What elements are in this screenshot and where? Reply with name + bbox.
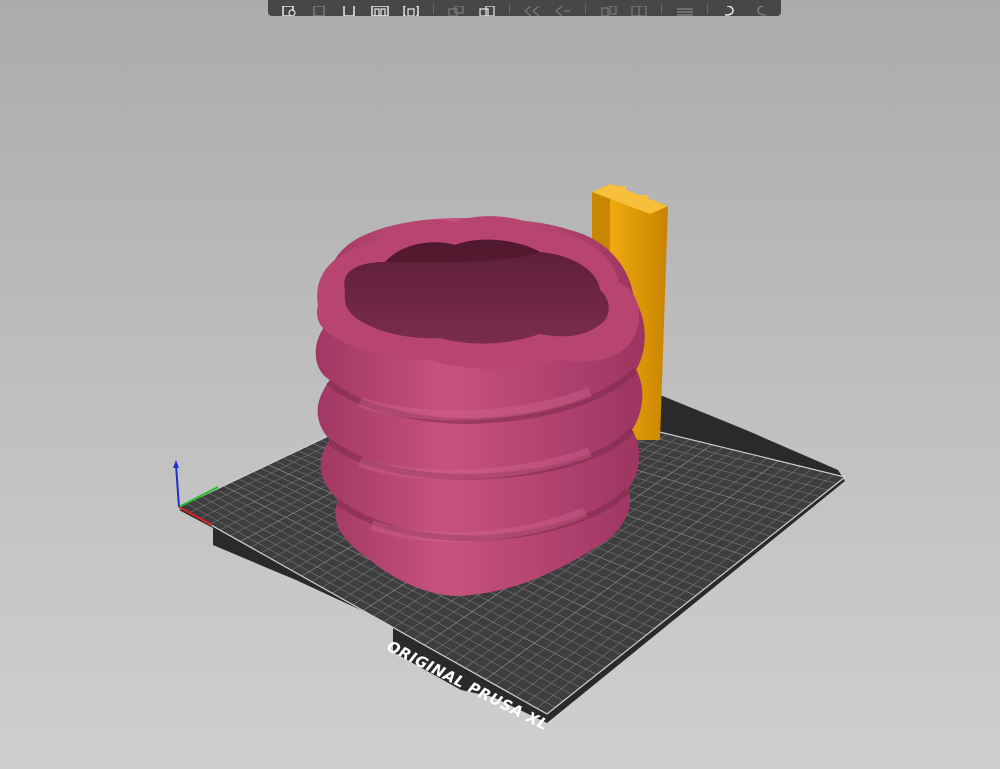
axis-z-arrow bbox=[173, 460, 179, 468]
scene-canvas[interactable] bbox=[0, 0, 1000, 769]
cup[interactable] bbox=[315, 216, 645, 596]
3d-viewport[interactable]: ORIGINAL PRUSA XL bbox=[0, 0, 1000, 769]
wipe-tower-notch bbox=[640, 195, 648, 201]
axis-z bbox=[175, 464, 180, 508]
wipe-tower-notch bbox=[618, 186, 626, 192]
